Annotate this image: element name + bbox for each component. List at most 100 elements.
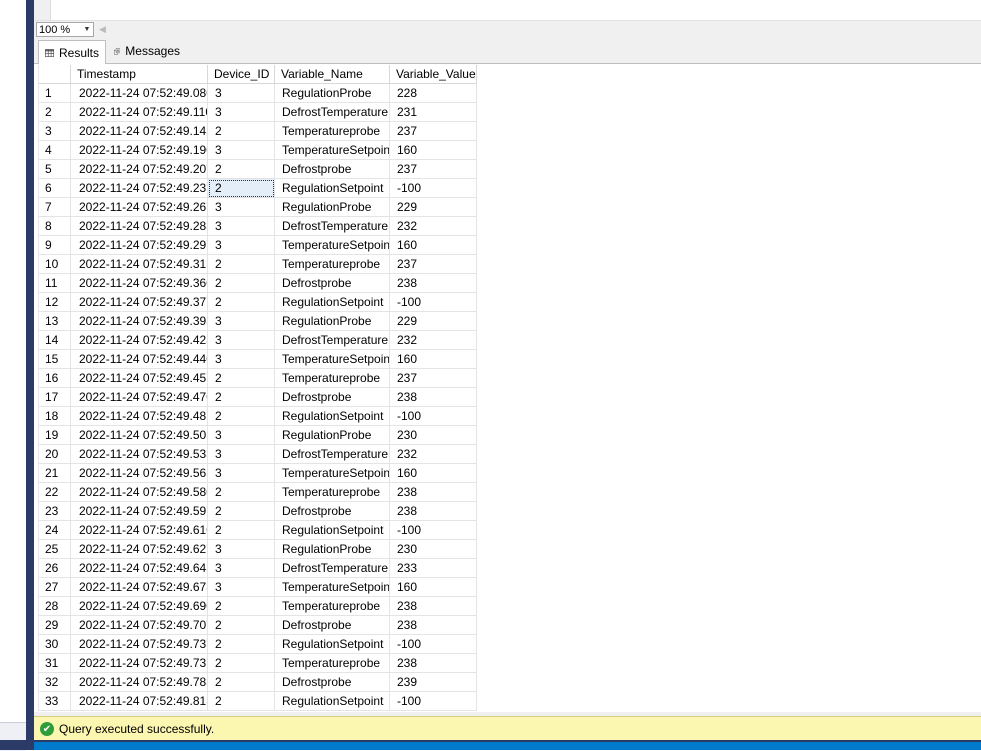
row-number-cell[interactable]: 28 [39, 597, 71, 616]
table-row[interactable]: 33 2022-11-24 07:52:49.813 2 RegulationSetp… [39, 692, 477, 711]
table-cell[interactable]: 238 [390, 502, 477, 521]
table-cell[interactable]: RegulationProbe [275, 540, 390, 559]
table-cell[interactable]: 2022-11-24 07:52:49.470 [71, 388, 208, 407]
table-row[interactable]: 12 2022-11-24 07:52:49.377 2 RegulationSetp… [39, 293, 477, 312]
table-cell[interactable]: 2022-11-24 07:52:49.423 [71, 331, 208, 350]
table-cell[interactable]: 2022-11-24 07:52:49.190 [71, 141, 208, 160]
table-cell[interactable]: 232 [390, 445, 477, 464]
table-cell[interactable]: 2 [208, 179, 275, 198]
table-cell[interactable]: 3 [208, 426, 275, 445]
table-cell[interactable]: Defrostprobe [275, 160, 390, 179]
table-cell[interactable]: 2 [208, 122, 275, 141]
table-cell[interactable]: 2 [208, 673, 275, 692]
table-cell[interactable]: 237 [390, 160, 477, 179]
row-number-cell[interactable]: 9 [39, 236, 71, 255]
table-cell[interactable]: 3 [208, 103, 275, 122]
table-cell[interactable]: 2022-11-24 07:52:49.283 [71, 217, 208, 236]
table-cell[interactable]: 160 [390, 578, 477, 597]
table-cell[interactable]: Defrostprobe [275, 388, 390, 407]
table-row[interactable]: 19 2022-11-24 07:52:49.503 3 RegulationProb… [39, 426, 477, 445]
row-number-cell[interactable]: 20 [39, 445, 71, 464]
table-cell[interactable]: 229 [390, 198, 477, 217]
table-cell[interactable]: 2022-11-24 07:52:49.627 [71, 540, 208, 559]
table-cell[interactable]: 2022-11-24 07:52:49.563 [71, 464, 208, 483]
table-row[interactable]: 7 2022-11-24 07:52:49.267 3 RegulationProbe… [39, 198, 477, 217]
table-cell[interactable]: TemperatureSetpoint [275, 236, 390, 255]
table-cell[interactable]: 2022-11-24 07:52:49.487 [71, 407, 208, 426]
table-cell[interactable]: Defrostprobe [275, 616, 390, 635]
table-row[interactable]: 5 2022-11-24 07:52:49.207 2 Defrostprobe 237 [39, 160, 477, 179]
table-cell[interactable]: 2 [208, 502, 275, 521]
table-cell[interactable]: RegulationSetpoint [275, 635, 390, 654]
table-cell[interactable]: -100 [390, 521, 477, 540]
table-row[interactable]: 30 2022-11-24 07:52:49.737 2 RegulationSetp… [39, 635, 477, 654]
row-number-cell[interactable]: 16 [39, 369, 71, 388]
table-cell[interactable]: Defrostprobe [275, 502, 390, 521]
table-cell[interactable]: 239 [390, 673, 477, 692]
table-cell[interactable]: 2022-11-24 07:52:49.690 [71, 597, 208, 616]
table-cell[interactable]: 3 [208, 464, 275, 483]
table-cell[interactable]: 3 [208, 141, 275, 160]
table-cell[interactable]: -100 [390, 692, 477, 711]
table-cell[interactable]: RegulationProbe [275, 426, 390, 445]
table-row[interactable]: 15 2022-11-24 07:52:49.440 3 TemperatureSet… [39, 350, 477, 369]
row-number-cell[interactable]: 17 [39, 388, 71, 407]
row-number-cell[interactable]: 11 [39, 274, 71, 293]
table-row[interactable]: 11 2022-11-24 07:52:49.360 2 Defrostprobe 23… [39, 274, 477, 293]
table-cell[interactable]: TemperatureSetpoint [275, 350, 390, 369]
table-cell[interactable]: DefrostTemperature [275, 559, 390, 578]
table-cell[interactable]: 2022-11-24 07:52:49.707 [71, 616, 208, 635]
table-cell[interactable]: Temperatureprobe [275, 483, 390, 502]
table-cell[interactable]: 2022-11-24 07:52:49.783 [71, 673, 208, 692]
table-row[interactable]: 8 2022-11-24 07:52:49.283 3 DefrostTemperat… [39, 217, 477, 236]
table-cell[interactable]: RegulationSetpoint [275, 407, 390, 426]
row-number-cell[interactable]: 10 [39, 255, 71, 274]
table-cell[interactable]: 238 [390, 388, 477, 407]
table-cell[interactable]: 2022-11-24 07:52:49.297 [71, 236, 208, 255]
row-number-cell[interactable]: 32 [39, 673, 71, 692]
table-cell[interactable]: 2022-11-24 07:52:49.110 [71, 103, 208, 122]
table-cell[interactable]: 3 [208, 445, 275, 464]
table-row[interactable]: 17 2022-11-24 07:52:49.470 2 Defrostprobe 23… [39, 388, 477, 407]
table-row[interactable]: 23 2022-11-24 07:52:49.597 2 Defrostprobe 23… [39, 502, 477, 521]
row-number-cell[interactable]: 12 [39, 293, 71, 312]
table-row[interactable]: 1 2022-11-24 07:52:49.080 3 RegulationProbe… [39, 84, 477, 103]
tab-results[interactable]: Results [38, 40, 106, 64]
table-cell[interactable]: 2022-11-24 07:52:49.313 [71, 255, 208, 274]
zoom-select[interactable]: 100 % ▼ [36, 22, 94, 37]
table-cell[interactable]: 238 [390, 483, 477, 502]
row-number-cell[interactable]: 33 [39, 692, 71, 711]
table-row[interactable]: 20 2022-11-24 07:52:49.533 3 DefrostTempera… [39, 445, 477, 464]
table-row[interactable]: 16 2022-11-24 07:52:49.457 2 Temperaturepro… [39, 369, 477, 388]
table-cell[interactable]: 228 [390, 84, 477, 103]
table-cell[interactable]: 2022-11-24 07:52:49.533 [71, 445, 208, 464]
table-row[interactable]: 3 2022-11-24 07:52:49.143 2 Temperatureprob… [39, 122, 477, 141]
table-cell[interactable]: 2022-11-24 07:52:49.457 [71, 369, 208, 388]
table-row[interactable]: 14 2022-11-24 07:52:49.423 3 DefrostTempera… [39, 331, 477, 350]
table-cell[interactable]: 160 [390, 464, 477, 483]
table-cell[interactable]: RegulationProbe [275, 312, 390, 331]
table-cell[interactable]: Defrostprobe [275, 673, 390, 692]
table-cell[interactable]: 237 [390, 255, 477, 274]
table-cell[interactable]: 3 [208, 350, 275, 369]
row-number-cell[interactable]: 26 [39, 559, 71, 578]
table-cell[interactable]: RegulationSetpoint [275, 521, 390, 540]
table-cell[interactable]: 3 [208, 198, 275, 217]
table-cell[interactable]: 2022-11-24 07:52:49.207 [71, 160, 208, 179]
row-number-cell[interactable]: 6 [39, 179, 71, 198]
table-cell[interactable]: 3 [208, 331, 275, 350]
table-cell[interactable]: 238 [390, 597, 477, 616]
column-header[interactable]: Variable_Value [390, 65, 477, 84]
table-cell[interactable]: 3 [208, 540, 275, 559]
table-cell[interactable]: 160 [390, 141, 477, 160]
table-cell[interactable]: 229 [390, 312, 477, 331]
table-cell[interactable]: 2022-11-24 07:52:49.610 [71, 521, 208, 540]
table-row[interactable]: 28 2022-11-24 07:52:49.690 2 Temperaturepro… [39, 597, 477, 616]
table-cell[interactable]: RegulationProbe [275, 84, 390, 103]
table-row[interactable]: 25 2022-11-24 07:52:49.627 3 RegulationProb… [39, 540, 477, 559]
table-cell[interactable]: DefrostTemperature [275, 103, 390, 122]
table-row[interactable]: 24 2022-11-24 07:52:49.610 2 RegulationSetp… [39, 521, 477, 540]
table-cell[interactable]: 2022-11-24 07:52:49.393 [71, 312, 208, 331]
row-number-cell[interactable]: 7 [39, 198, 71, 217]
column-header[interactable]: Variable_Name [275, 65, 390, 84]
